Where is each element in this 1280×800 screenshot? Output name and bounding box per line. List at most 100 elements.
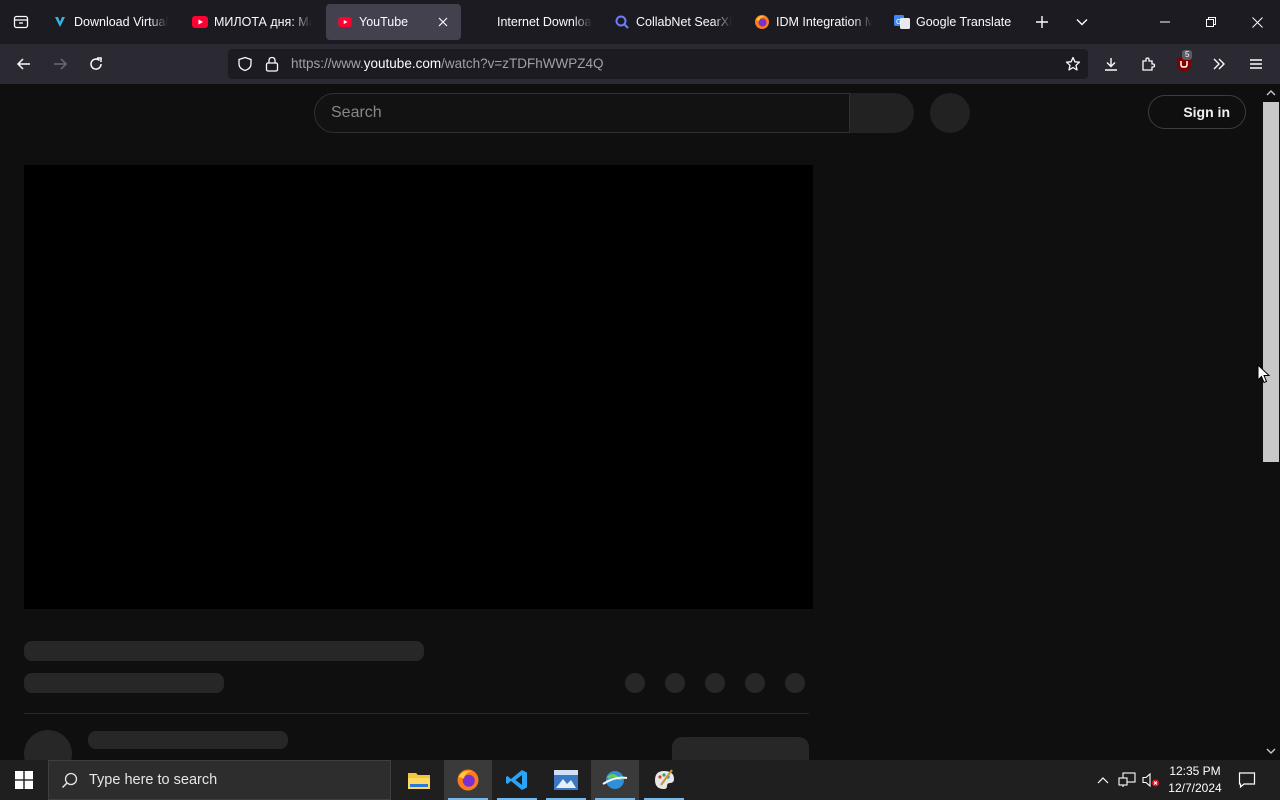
action-skeleton xyxy=(745,673,765,693)
tracking-protection-shield-icon[interactable] xyxy=(235,54,255,74)
app-menu-button[interactable] xyxy=(1240,48,1272,80)
minimize-button[interactable] xyxy=(1142,0,1188,44)
chevron-double-right-icon xyxy=(1213,58,1225,70)
download-icon xyxy=(1105,58,1117,71)
app-window-icon xyxy=(554,770,578,790)
taskbar-clock[interactable]: 12:35 PM 12/7/2024 xyxy=(1166,763,1224,797)
reload-button[interactable] xyxy=(80,48,112,80)
tab-title: Download Virtual xyxy=(74,15,169,29)
youtube-search-box[interactable] xyxy=(314,93,850,133)
list-all-tabs-button[interactable] xyxy=(1062,0,1102,44)
url-text[interactable]: https://www.youtube.com/watch?v=zTDFhWWP… xyxy=(291,56,603,71)
hamburger-menu-icon xyxy=(1250,59,1262,69)
scroll-up-icon[interactable] xyxy=(1265,87,1277,99)
search-icon xyxy=(614,14,630,30)
tab-milota-dnya[interactable]: МИЛОТА дня: Ма xyxy=(192,4,312,40)
back-button[interactable] xyxy=(8,48,40,80)
minimize-icon xyxy=(1160,21,1170,23)
plus-icon xyxy=(1036,16,1048,28)
chevron-down-icon xyxy=(1076,19,1088,26)
tab-download-virtualbox[interactable]: Download Virtual xyxy=(52,4,174,40)
divider xyxy=(24,713,809,714)
extensions-button[interactable] xyxy=(1132,48,1164,80)
tab-title: YouTube xyxy=(359,15,409,29)
taskbar-paint-app[interactable] xyxy=(640,760,688,800)
scrollbar-thumb[interactable] xyxy=(1263,102,1279,462)
more-tools-button[interactable] xyxy=(1203,48,1235,80)
reload-icon xyxy=(90,57,102,70)
close-tab-icon[interactable] xyxy=(435,14,451,30)
youtube-search-input[interactable] xyxy=(329,103,833,123)
forward-button[interactable] xyxy=(44,48,76,80)
bookmark-star-icon[interactable] xyxy=(1063,54,1083,74)
close-window-button[interactable] xyxy=(1234,0,1280,44)
url-domain: youtube.com xyxy=(363,56,442,71)
video-player[interactable] xyxy=(24,165,813,609)
volume-tray-button[interactable] xyxy=(1141,770,1161,790)
windows-logo-icon xyxy=(15,771,33,789)
mouse-cursor-icon xyxy=(1257,364,1270,384)
tab-title: МИЛОТА дня: Ма xyxy=(214,15,312,29)
ublock-badge: 5 xyxy=(1182,50,1193,60)
show-hidden-icons-button[interactable] xyxy=(1093,770,1113,790)
restore-icon xyxy=(1206,17,1216,27)
taskbar-visual-studio-code[interactable] xyxy=(493,760,541,800)
subscribe-skeleton xyxy=(672,737,809,760)
address-bar[interactable]: https://www.youtube.com/watch?v=zTDFhWWP… xyxy=(228,49,1088,79)
virtualbox-download-icon xyxy=(52,14,68,30)
youtube-watch-page: Sign in xyxy=(0,84,1262,760)
idm-globe-icon xyxy=(602,771,628,789)
tab-youtube[interactable]: YouTube xyxy=(326,4,461,40)
action-skeleton xyxy=(705,673,725,693)
browser-toolbar: https://www.youtube.com/watch?v=zTDFhWWP… xyxy=(0,44,1280,84)
tab-title: CollabNet SearXN xyxy=(636,15,732,29)
restore-button[interactable] xyxy=(1188,0,1234,44)
search-icon xyxy=(61,772,78,789)
browser-tab-strip: Download Virtual МИЛОТА дня: Ма YouTube … xyxy=(0,0,1280,44)
channel-name-skeleton xyxy=(88,731,288,749)
folder-icon xyxy=(408,773,430,789)
clock-time: 12:35 PM xyxy=(1169,764,1221,778)
paint-palette-icon xyxy=(655,769,674,789)
youtube-search-button[interactable] xyxy=(850,93,914,133)
title-skeleton xyxy=(24,641,424,661)
taskbar-search-box[interactable]: Type here to search xyxy=(48,760,391,800)
youtube-icon xyxy=(337,14,353,30)
network-tray-button[interactable] xyxy=(1117,770,1137,790)
tab-title: Google Translate xyxy=(916,15,1012,29)
notifications-icon xyxy=(1238,772,1256,789)
sign-in-button[interactable]: Sign in xyxy=(1148,95,1246,129)
google-translate-icon: G xyxy=(894,14,910,30)
action-center-button[interactable] xyxy=(1237,770,1257,790)
network-icon xyxy=(1118,772,1136,787)
taskbar-internet-download-manager[interactable] xyxy=(591,760,639,800)
action-skeleton xyxy=(665,673,685,693)
new-tab-button[interactable] xyxy=(1022,0,1062,44)
action-skeleton xyxy=(625,673,645,693)
taskbar-firefox[interactable] xyxy=(444,760,492,800)
tab-title: IDM Integration M xyxy=(776,15,872,29)
url-prefix: https://www. xyxy=(291,56,364,71)
sign-in-label: Sign in xyxy=(1183,104,1230,120)
lock-icon[interactable] xyxy=(262,54,282,74)
taskbar-app-window[interactable] xyxy=(542,760,590,800)
vscode-icon xyxy=(506,770,527,790)
scroll-down-icon[interactable] xyxy=(1265,745,1277,757)
firefox-view-icon xyxy=(13,15,29,29)
voice-search-button[interactable] xyxy=(930,93,970,133)
firefox-view-button[interactable] xyxy=(0,0,42,44)
tab-idm-integration[interactable]: IDM Integration M xyxy=(754,4,872,40)
speaker-muted-icon xyxy=(1142,772,1159,788)
downloads-button[interactable] xyxy=(1095,48,1127,80)
taskbar-file-explorer[interactable] xyxy=(395,760,443,800)
youtube-icon xyxy=(192,14,208,30)
tab-google-translate[interactable]: G Google Translate xyxy=(894,4,1014,40)
start-button[interactable] xyxy=(0,760,48,800)
tab-collabnet-searxng[interactable]: CollabNet SearXN xyxy=(614,4,732,40)
meta-skeleton xyxy=(24,673,224,693)
url-path: /watch?v=zTDFhWWPZ4Q xyxy=(441,56,604,71)
tab-internet-download-manager[interactable]: Internet Downloa xyxy=(474,4,592,40)
arrow-left-icon xyxy=(16,58,30,70)
close-icon xyxy=(1251,16,1263,28)
action-skeleton xyxy=(785,673,805,693)
